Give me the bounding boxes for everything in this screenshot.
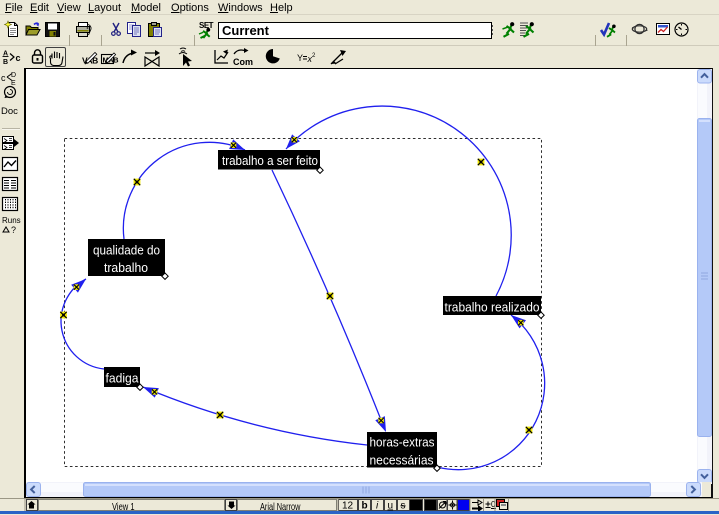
svg-text:Doc: Doc <box>1 106 18 117</box>
svg-text:qualidade do: qualidade do <box>93 243 160 258</box>
svg-text:b: b <box>362 501 368 512</box>
svg-text:E: E <box>11 80 16 87</box>
svg-text:c: c <box>1 73 6 83</box>
svg-text:B: B <box>3 59 8 66</box>
svg-text:Com: Com <box>233 57 253 67</box>
svg-text:Y: Y <box>297 53 303 63</box>
svg-text:c: c <box>16 53 21 63</box>
svg-text:SET: SET <box>199 21 214 30</box>
svg-text:necessárias: necessárias <box>370 453 434 468</box>
svg-text:horas-extras: horas-extras <box>370 435 435 450</box>
svg-text:trabalho realizado: trabalho realizado <box>445 300 540 315</box>
svg-text:Runs: Runs <box>2 216 21 225</box>
svg-text:12: 12 <box>342 501 354 512</box>
svg-text:trabalho: trabalho <box>104 260 148 275</box>
svg-text:2: 2 <box>312 53 316 59</box>
svg-text:s: s <box>401 501 406 512</box>
svg-text:?: ? <box>11 225 16 235</box>
svg-text:trabalho a ser feito: trabalho a ser feito <box>222 153 318 168</box>
svg-text:fadiga: fadiga <box>106 371 140 386</box>
svg-text:D: D <box>11 72 16 79</box>
svg-text:u: u <box>388 501 394 512</box>
